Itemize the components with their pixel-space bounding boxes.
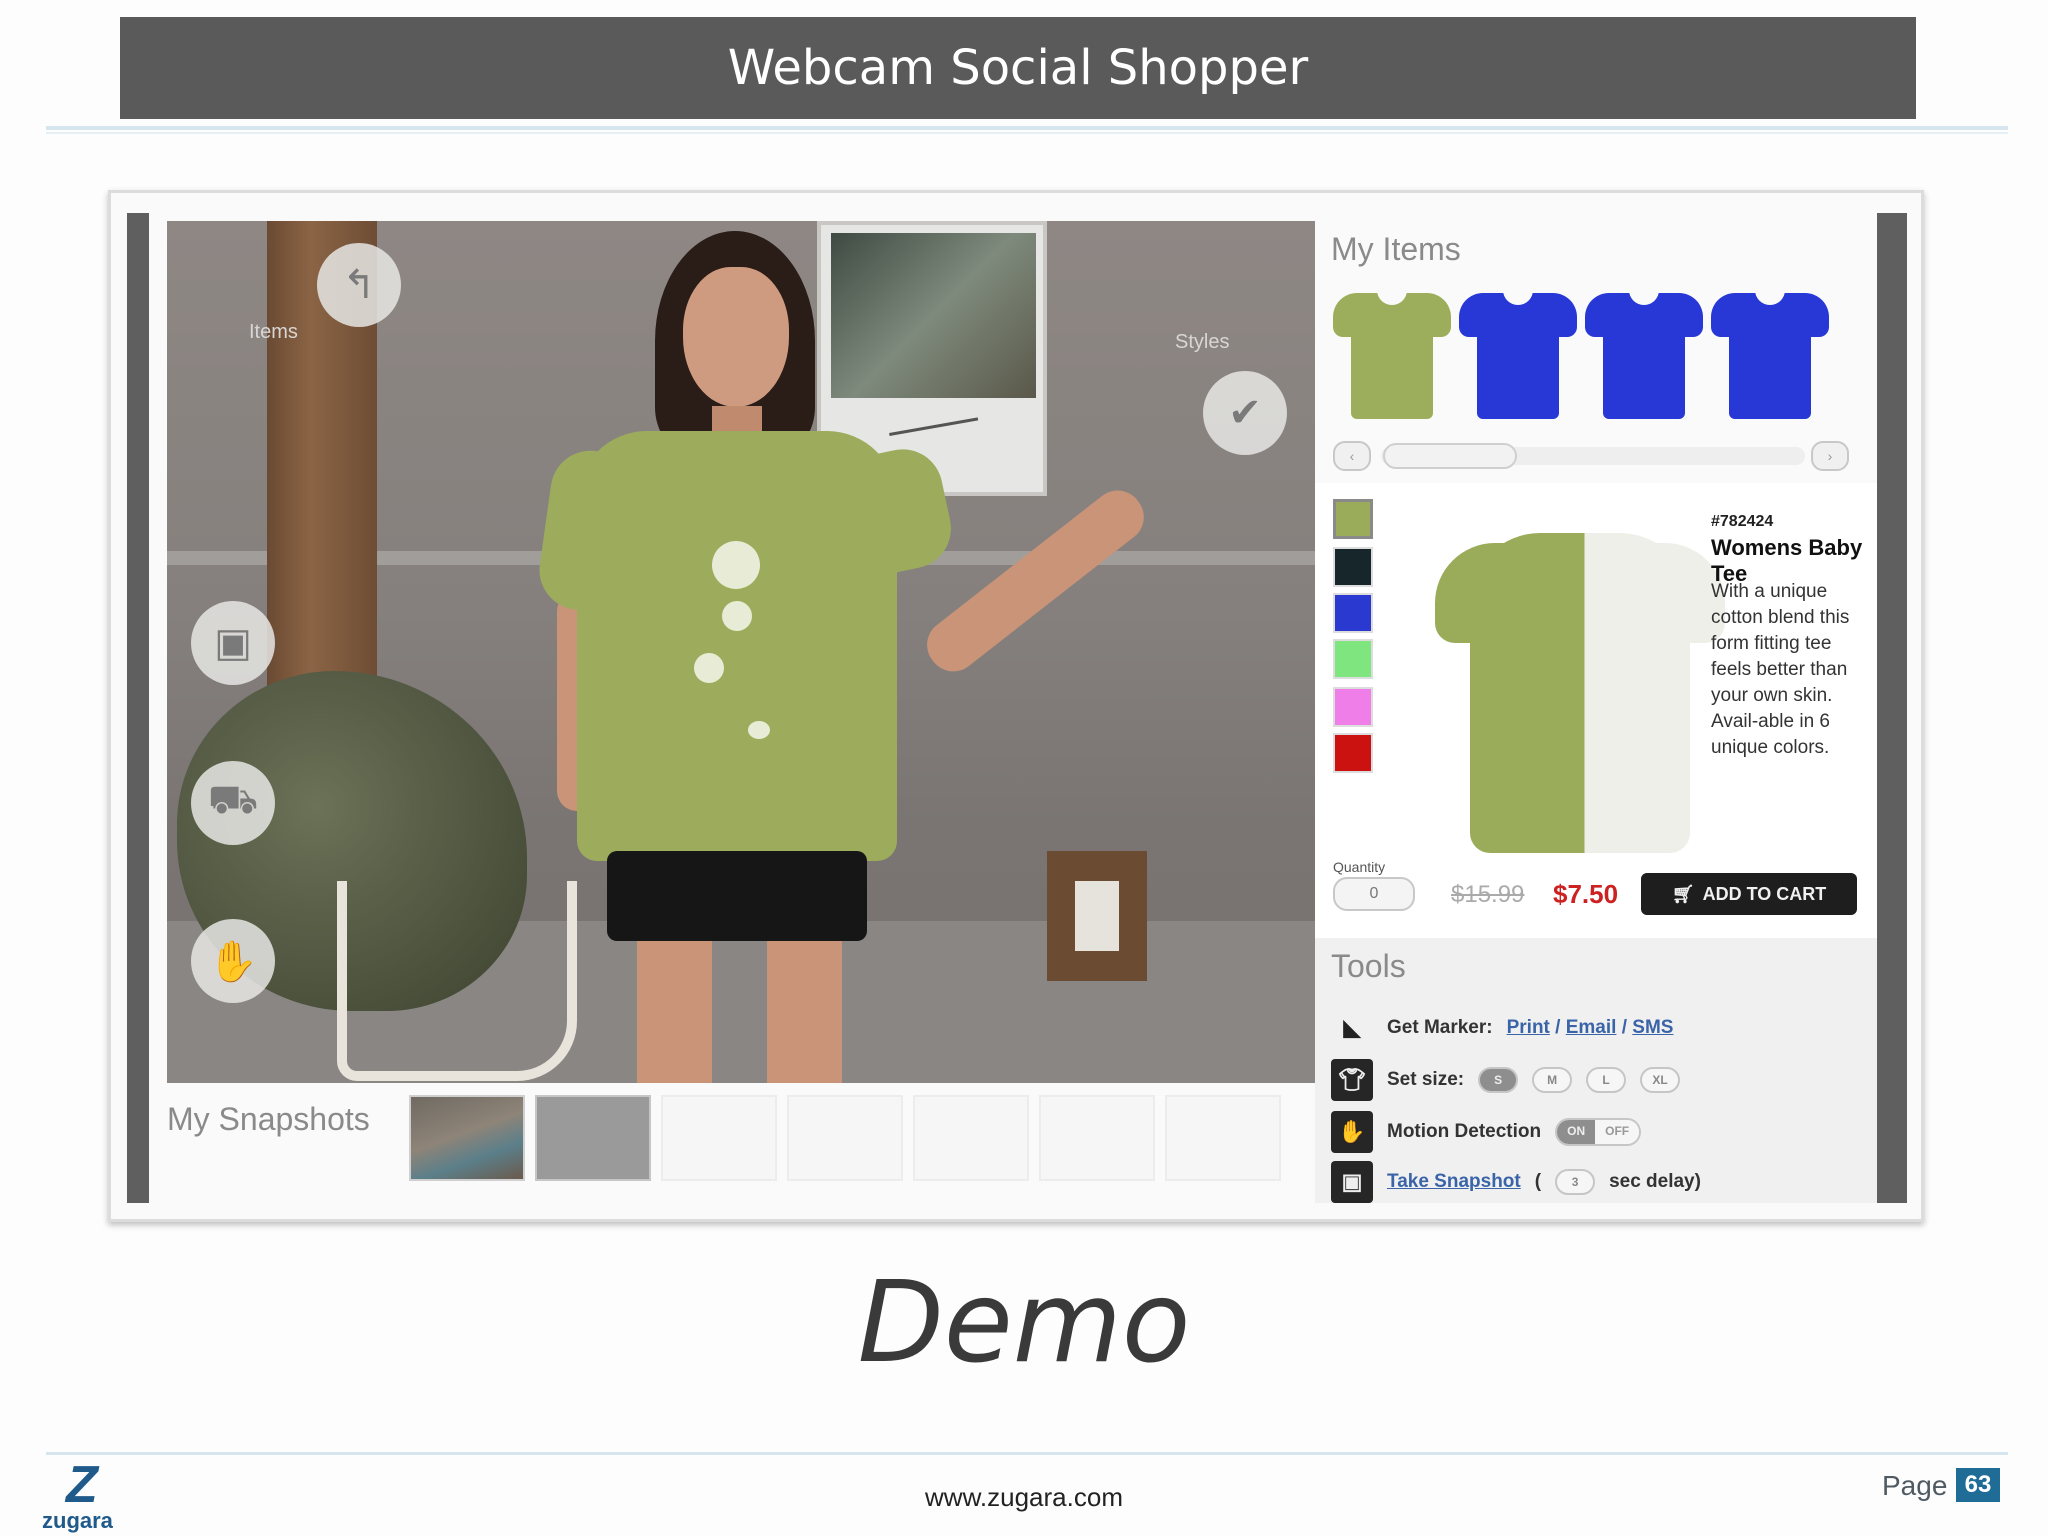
chair [337, 881, 577, 1081]
scroll-right-button[interactable]: › [1811, 441, 1849, 471]
demo-label: Demo [857, 1258, 1191, 1388]
add-to-cart-label: ADD TO CART [1702, 883, 1827, 904]
webcam-view[interactable]: ↰ Items Styles ✔ ▣ ⛟ ✋ [167, 221, 1315, 1083]
take-snapshot-link[interactable]: Take Snapshot [1387, 1171, 1521, 1193]
styles-check-icon[interactable]: ✔ [1203, 371, 1287, 455]
slide: Webcam Social Shopper ↰ Items Styles ✔ ▣… [0, 0, 2048, 1536]
snapshots-label: My Snapshots [167, 1101, 370, 1137]
scroll-thumb[interactable] [1383, 443, 1517, 469]
snapshot-thumb-2[interactable] [535, 1095, 651, 1181]
sale-price: $7.50 [1553, 879, 1619, 909]
sms-marker-link[interactable]: SMS [1632, 1017, 1673, 1038]
color-swatch-black[interactable] [1333, 547, 1373, 587]
person-face [683, 267, 789, 407]
person-right-leg [767, 931, 842, 1083]
snapshot-thumb-4[interactable] [787, 1095, 903, 1181]
color-swatch-light-green[interactable] [1333, 639, 1373, 679]
page-label: Page [1882, 1470, 1948, 1501]
wall-picture-photo [831, 233, 1036, 398]
quantity-label: Quantity [1333, 859, 1386, 875]
shirt-size-icon: 👕︎ [1331, 1059, 1373, 1101]
email-marker-link[interactable]: Email [1566, 1017, 1617, 1038]
item-tee-2[interactable] [1459, 285, 1577, 419]
product-image [1435, 503, 1725, 853]
snapshot-delay-suffix: sec delay) [1609, 1171, 1701, 1192]
print-marker-link[interactable]: Print [1507, 1017, 1550, 1038]
size-m-button[interactable]: M [1532, 1067, 1573, 1093]
cart-button-icon: 🛒︎ [1671, 883, 1695, 904]
get-marker-row: ◣ Get Marker: Print / Email / SMS [1331, 1006, 1674, 1050]
color-swatch-pink[interactable] [1333, 687, 1373, 727]
get-marker-label: Get Marker: [1387, 1017, 1493, 1038]
size-xl-button[interactable]: XL [1640, 1067, 1681, 1093]
app-screenshot: ↰ Items Styles ✔ ▣ ⛟ ✋ My Snapshots My I… [108, 190, 1924, 1222]
item-tee-4[interactable] [1711, 285, 1829, 419]
set-size-row: 👕︎ Set size: S M L XL [1331, 1058, 1681, 1102]
product-sku: #782424 [1711, 513, 1774, 530]
product-detail: #782424 Womens Baby Tee With a unique co… [1315, 483, 1877, 938]
motion-on-option: ON [1557, 1120, 1596, 1144]
person-raised-arm [916, 480, 1154, 682]
footer-url: www.zugara.com [925, 1482, 1123, 1512]
item-tee-3[interactable] [1585, 285, 1703, 419]
cart-icon[interactable]: ⛟ [191, 761, 275, 845]
right-frame-bar [1877, 213, 1907, 1203]
snapshot-camera-icon: ▣ [1331, 1161, 1373, 1203]
color-swatch-red[interactable] [1333, 733, 1373, 773]
camera-icon[interactable]: ▣ [191, 601, 275, 685]
wall-small-frame [1047, 851, 1147, 981]
size-s-button[interactable]: S [1478, 1067, 1519, 1093]
item-tee-1[interactable] [1333, 285, 1451, 419]
snapshot-thumb-1[interactable] [409, 1095, 525, 1181]
motion-hand-icon: ✋ [1331, 1111, 1373, 1153]
motion-off-option: OFF [1595, 1120, 1640, 1144]
footer-divider [46, 1452, 2008, 1455]
snapshot-thumb-6[interactable] [1039, 1095, 1155, 1181]
motion-detection-toggle[interactable]: ON OFF [1555, 1118, 1642, 1146]
snapshot-thumb-3[interactable] [661, 1095, 777, 1181]
items-scroller: ‹ › [1333, 441, 1861, 471]
scroll-left-button[interactable]: ‹ [1333, 441, 1371, 471]
color-swatch-blue[interactable] [1333, 593, 1373, 633]
snapshot-thumb-7[interactable] [1165, 1095, 1281, 1181]
quantity-stepper[interactable]: 0 [1333, 877, 1415, 911]
left-frame-bar [127, 213, 149, 1203]
items-rotate-icon[interactable]: ↰ [317, 243, 401, 327]
person-left-leg [637, 931, 712, 1083]
hand-icon[interactable]: ✋ [191, 919, 275, 1003]
title-divider-secondary [46, 132, 2008, 134]
marker-icon: ◣ [1343, 1015, 1361, 1040]
tools-title: Tools [1331, 948, 1406, 984]
title-divider [46, 126, 2008, 130]
add-to-cart-button[interactable]: 🛒︎ ADD TO CART [1641, 873, 1857, 915]
set-size-label: Set size: [1387, 1069, 1465, 1090]
product-description: With a unique cotton blend this form fit… [1711, 581, 1850, 758]
snapshot-paren: ( [1534, 1171, 1542, 1192]
original-price: $15.99 [1451, 881, 1525, 908]
snapshot-delay-stepper[interactable]: 3 [1555, 1169, 1596, 1195]
tools-section: Tools ◣ Get Marker: Print / Email / SMS … [1315, 938, 1877, 1203]
shop-panel: My Items ‹ › #782424 Womens Baby Tee Wit… [1315, 213, 1877, 1203]
my-items-title: My Items [1331, 231, 1461, 267]
wall-small-frame-inner [1075, 881, 1119, 951]
styles-overlay-label: Styles [1175, 331, 1230, 353]
page-number-badge: 63 [1956, 1468, 2000, 1502]
snapshot-thumb-5[interactable] [913, 1095, 1029, 1181]
slide-title: Webcam Social Shopper [120, 17, 1916, 119]
shirt-dandelion-print [692, 541, 782, 761]
motion-detection-label: Motion Detection [1387, 1121, 1542, 1142]
person-shorts [607, 851, 867, 941]
color-swatch-green[interactable] [1333, 499, 1373, 539]
snapshot-row: ▣ Take Snapshot ( 3 sec delay) [1331, 1160, 1701, 1204]
motion-detection-row: ✋ Motion Detection ON OFF [1331, 1110, 1642, 1154]
items-overlay-label: Items [249, 321, 298, 343]
size-l-button[interactable]: L [1586, 1067, 1627, 1093]
